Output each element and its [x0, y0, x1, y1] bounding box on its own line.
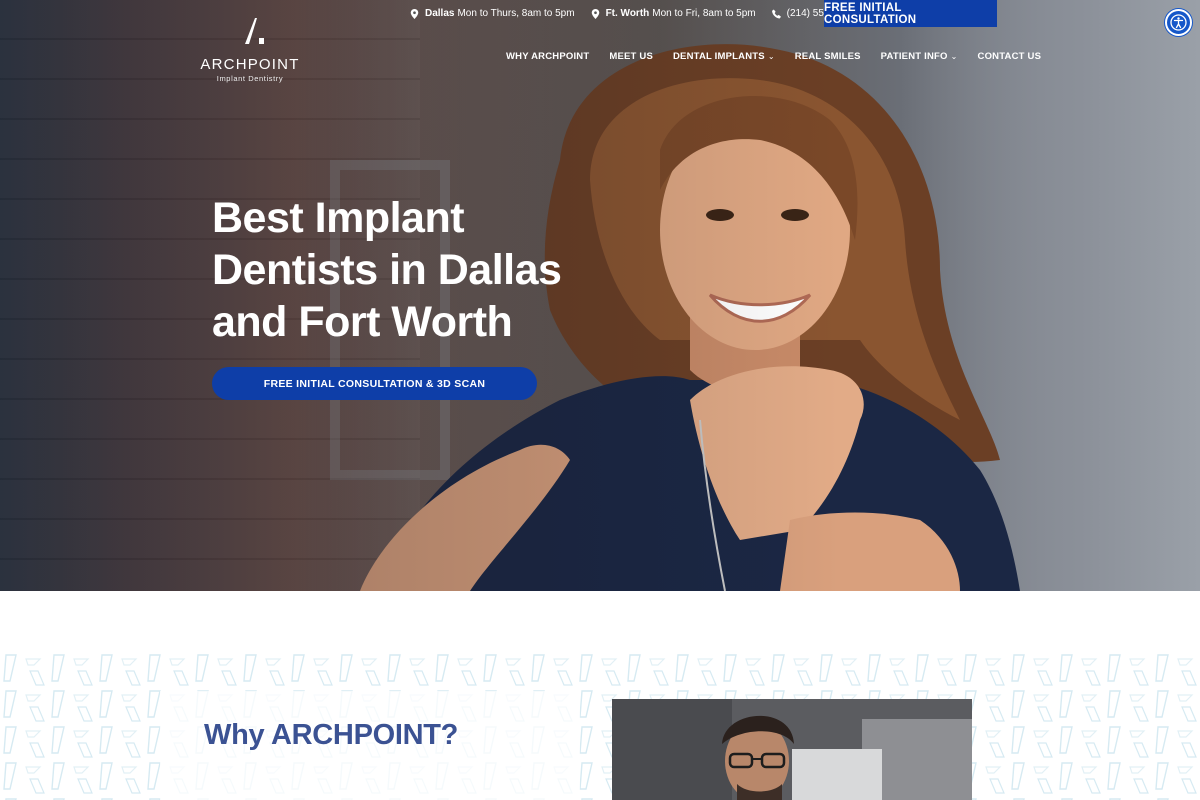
map-pin-icon [410, 8, 419, 19]
hero-consultation-button[interactable]: FREE INITIAL CONSULTATION & 3D SCAN [212, 367, 537, 400]
nav-item-label: CONTACT US [977, 51, 1042, 62]
nav-item-label: REAL SMILES [794, 51, 861, 62]
nav-item-label: WHY ARCHPOINT [506, 51, 590, 62]
accessibility-button[interactable] [1165, 9, 1192, 36]
chevron-down-icon: ⌄ [767, 52, 775, 61]
hero-title: Best Implant Dentists in Dallas and Fort… [212, 192, 612, 348]
free-consultation-button[interactable]: FREE INITIAL CONSULTATION [824, 0, 997, 27]
why-archpoint-section: Why ARCHPOINT? [0, 591, 1200, 800]
why-archpoint-heading: Why ARCHPOINT? [204, 719, 459, 751]
map-pin-icon [591, 8, 599, 19]
nav-item-label: MEET US [609, 51, 653, 62]
nav-item-real-smiles[interactable]: REAL SMILES [795, 51, 861, 62]
top-info-bar: Dallas Mon to Thurs, 8am to 5pm Ft. Wort… [400, 0, 871, 27]
location-dallas-hours: Mon to Thurs, 8am to 5pm [457, 8, 575, 19]
nav-item-patient-info[interactable]: PATIENT INFO ⌄ [881, 51, 958, 62]
main-navigation: WHY ARCHPOINT MEET US DENTAL IMPLANTS ⌄ … [496, 51, 1051, 62]
brand-tagline: Implant Dentistry [216, 74, 284, 83]
chevron-down-icon: ⌄ [950, 52, 958, 61]
nav-item-label: PATIENT INFO [880, 51, 948, 62]
nav-item-meet-us[interactable]: MEET US [609, 51, 653, 62]
nav-item-dental-implants[interactable]: DENTAL IMPLANTS ⌄ [673, 51, 775, 62]
logo-mark-icon [245, 18, 264, 44]
location-dallas: Dallas Mon to Thurs, 8am to 5pm [410, 8, 575, 19]
nav-item-why-archpoint[interactable]: WHY ARCHPOINT [506, 51, 589, 62]
location-fort-worth-hours: Mon to Fri, 8am to 5pm [652, 8, 756, 19]
location-dallas-city: Dallas [425, 8, 455, 19]
hero-title-line: and Fort Worth [212, 298, 513, 346]
brand-logo[interactable]: ARCHPOINT Implant Dentistry [200, 16, 300, 83]
decorative-pattern [0, 651, 1200, 800]
nav-item-label: DENTAL IMPLANTS [673, 51, 765, 62]
hero-title-line: Dentists in Dallas [212, 246, 562, 294]
dentist-photo [612, 699, 972, 800]
phone-icon [771, 9, 781, 18]
accessibility-icon [1170, 14, 1187, 31]
hero-title-line: Best Implant [212, 194, 465, 242]
brand-name: ARCHPOINT [200, 56, 300, 73]
nav-item-contact-us[interactable]: CONTACT US [978, 51, 1042, 62]
location-fort-worth: Ft. Worth Mon to Fri, 8am to 5pm [591, 8, 756, 19]
location-fort-worth-city: Ft. Worth [605, 8, 650, 19]
